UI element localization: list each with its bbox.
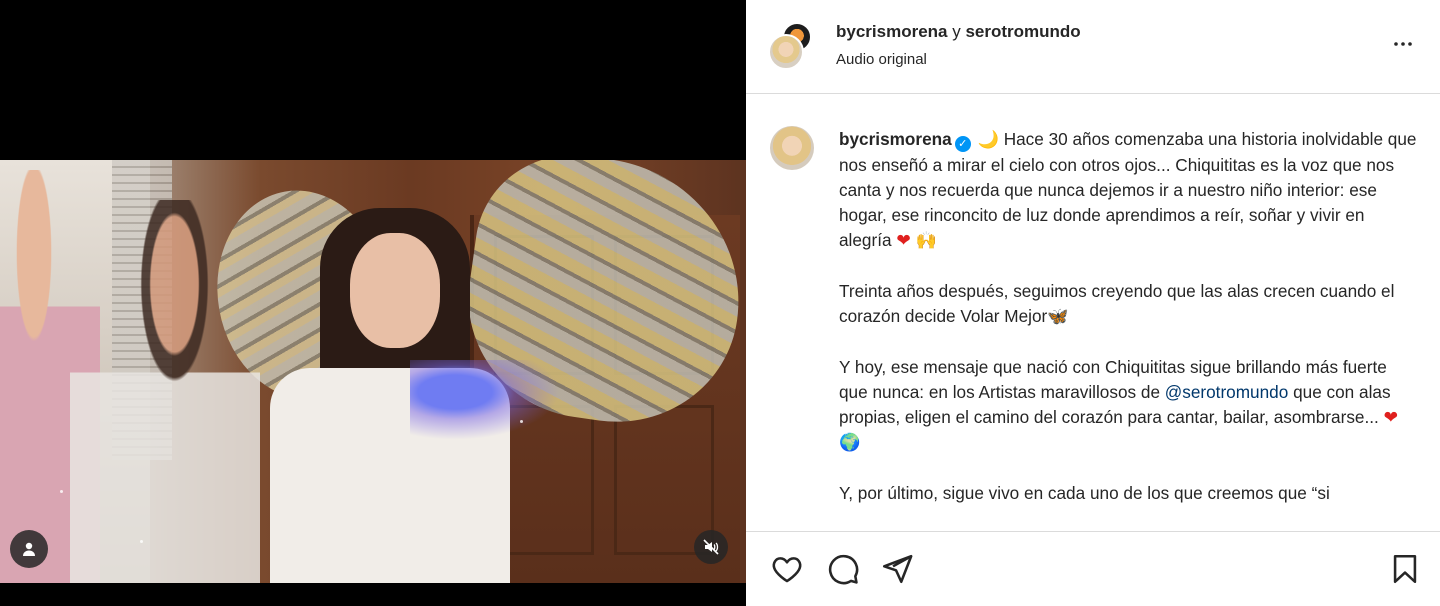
sparkle [60,490,63,493]
caption-username[interactable]: bycrismorena [839,129,952,149]
paper-plane-icon [882,554,913,584]
caption-avatar[interactable] [770,126,814,170]
like-button[interactable] [770,552,804,586]
comment-bubble-icon [828,554,859,585]
caption-text: bycrismorena ✓ 🌙 Hace 30 años comenzaba u… [839,127,1419,506]
user-tag-icon [23,542,35,556]
raised-hands-emoji: 🙌 [915,231,937,251]
caption-scroll-area[interactable]: bycrismorena ✓ 🌙 Hace 30 años comenzaba u… [746,95,1440,531]
heart-emoji: ❤ [1383,407,1398,427]
comment-button[interactable] [826,552,860,586]
more-options-button[interactable] [1388,32,1418,56]
post-details-panel: bycrismorena y serotromundo Audio origin… [746,0,1440,606]
username-link[interactable]: bycrismorena [836,22,948,41]
username-link[interactable]: serotromundo [965,22,1080,41]
post-actions-bar [746,531,1440,606]
collab-usernames: bycrismorena y serotromundo [836,22,1081,42]
moon-emoji: 🌙 [977,130,999,150]
audio-link[interactable]: Audio original [836,51,927,68]
verified-badge-icon: ✓ [954,136,971,152]
user-tag-button[interactable] [10,530,48,568]
more-options-icon [1394,42,1412,46]
mention-link[interactable]: @serotromundo [1165,382,1289,402]
sparkle [140,540,143,543]
sparkle [520,420,523,423]
mute-toggle-button[interactable] [694,530,728,564]
collab-avatars[interactable] [768,22,816,70]
username-separator: y [952,22,961,41]
share-button[interactable] [880,552,914,586]
avatar-bycrismorena[interactable] [768,34,804,70]
butterfly-emoji: 🦋 [1047,307,1069,327]
smiling-person-figure [70,200,260,583]
face [350,233,440,348]
post-media[interactable] [0,0,746,606]
door-panel [614,405,714,555]
heart-outline-icon [772,557,802,583]
save-button[interactable] [1388,552,1422,586]
speaker-muted-icon [703,539,719,555]
bookmark-icon [1393,554,1417,584]
caption-paragraph-4: Y, por último, sigue vivo en cada uno de… [839,483,1330,503]
caption-paragraph-2: Treinta años después, seguimos creyendo … [839,281,1395,326]
globe-emoji: 🌍 [839,433,861,453]
post-header: bycrismorena y serotromundo Audio origin… [746,0,1440,94]
video-frame[interactable] [0,160,746,583]
heart-emoji: ❤ [896,230,911,250]
blue-butterfly-effect [410,360,560,440]
